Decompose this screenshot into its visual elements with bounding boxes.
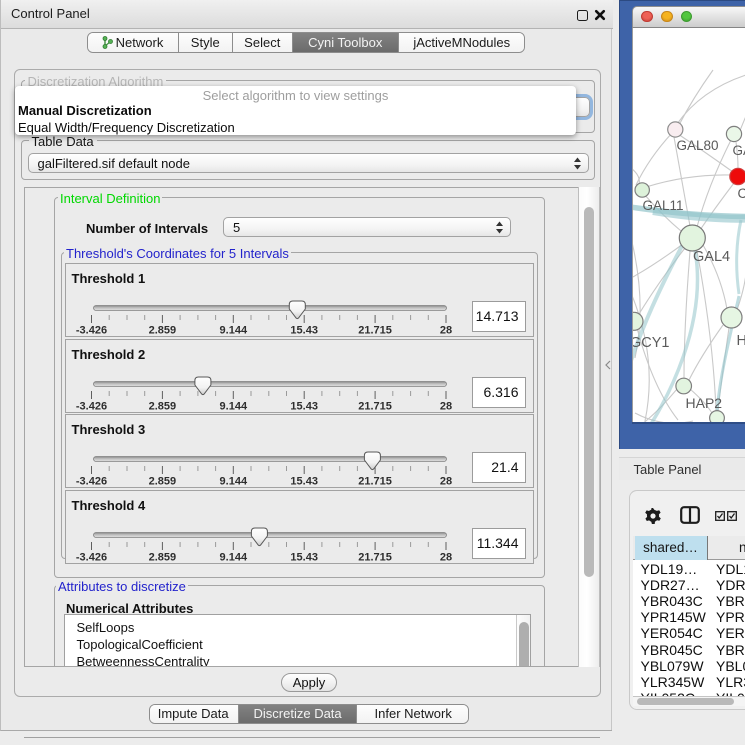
svg-text:9.144: 9.144 [219,325,247,337]
svg-text:GAL80: GAL80 [677,138,719,153]
svg-text:H: H [737,333,745,349]
svg-text:9.144: 9.144 [219,476,247,488]
svg-text:9.144: 9.144 [219,400,247,412]
svg-text:GCY1: GCY1 [633,335,670,351]
svg-text:28: 28 [439,476,451,488]
svg-text:21.715: 21.715 [358,325,392,337]
svg-text:GAL11: GAL11 [643,198,684,213]
svg-text:9.144: 9.144 [219,552,247,564]
svg-text:-3.426: -3.426 [75,325,106,337]
svg-text:GAL4: GAL4 [693,249,730,265]
svg-text:-3.426: -3.426 [75,400,106,412]
svg-text:28: 28 [439,400,451,412]
svg-text:15.43: 15.43 [290,325,318,337]
svg-text:15.43: 15.43 [290,476,318,488]
svg-text:21.715: 21.715 [358,476,392,488]
svg-text:2.859: 2.859 [148,325,176,337]
svg-text:28: 28 [439,552,451,564]
svg-text:15.43: 15.43 [290,400,318,412]
svg-text:28: 28 [439,325,451,337]
svg-text:2.859: 2.859 [148,552,176,564]
svg-text:HAP2: HAP2 [686,395,723,411]
svg-text:21.715: 21.715 [358,400,392,412]
svg-text:GA: GA [733,143,745,158]
svg-text:C: C [738,186,745,201]
svg-text:-3.426: -3.426 [75,552,106,564]
svg-text:15.43: 15.43 [290,552,318,564]
svg-text:2.859: 2.859 [148,476,176,488]
svg-text:21.715: 21.715 [358,552,392,564]
svg-text:-3.426: -3.426 [75,476,106,488]
svg-text:2.859: 2.859 [148,400,176,412]
